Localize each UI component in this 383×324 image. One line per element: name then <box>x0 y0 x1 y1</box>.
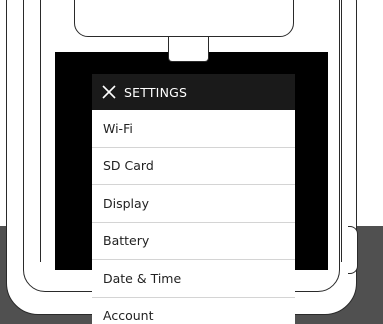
menu-item-label: Date & Time <box>103 270 182 286</box>
settings-panel: SETTINGS Wi-Fi SD Card Display Battery D… <box>92 74 295 324</box>
device-side-clip <box>348 226 358 274</box>
menu-item-account[interactable]: Account <box>92 297 295 324</box>
menu-item-label: Wi-Fi <box>103 120 133 136</box>
menu-item-label: Account <box>103 308 154 324</box>
menu-item-date-time[interactable]: Date & Time <box>92 260 295 298</box>
close-icon <box>102 85 116 99</box>
menu-item-battery[interactable]: Battery <box>92 222 295 260</box>
settings-menu: Wi-Fi SD Card Display Battery Date & Tim… <box>92 110 295 324</box>
menu-item-wifi[interactable]: Wi-Fi <box>92 110 295 148</box>
menu-item-label: Battery <box>103 233 150 249</box>
device-connector-tab <box>168 37 209 62</box>
settings-title: SETTINGS <box>124 84 188 100</box>
menu-item-sd-card[interactable]: SD Card <box>92 147 295 185</box>
device-right-rail <box>341 0 342 262</box>
settings-header: SETTINGS <box>92 74 295 110</box>
menu-item-label: Display <box>103 195 150 211</box>
device-left-rail <box>40 0 41 262</box>
menu-item-display[interactable]: Display <box>92 185 295 223</box>
menu-item-label: SD Card <box>103 158 154 174</box>
close-button[interactable] <box>101 84 117 100</box>
device-top-bay <box>74 0 294 37</box>
